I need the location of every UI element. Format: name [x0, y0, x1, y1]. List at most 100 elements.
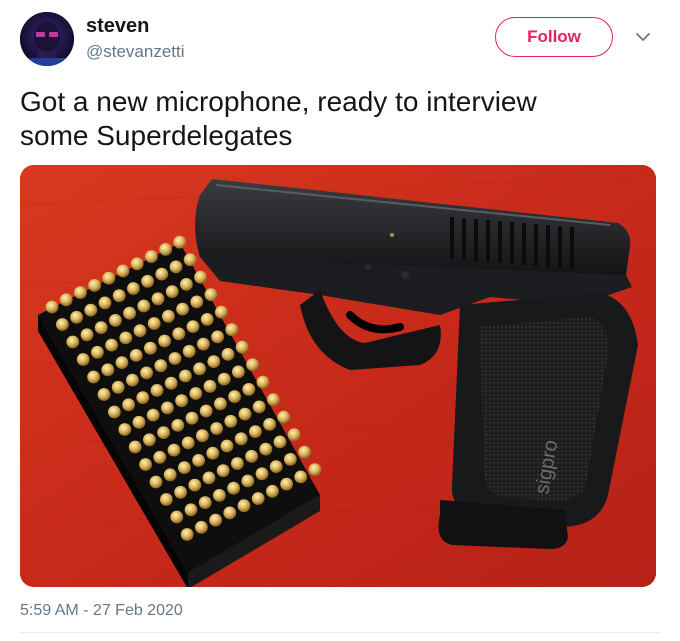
cartridge [298, 445, 311, 459]
cartridge [184, 503, 198, 517]
cartridge [175, 394, 189, 408]
cartridge [188, 478, 202, 492]
cartridge [153, 450, 167, 464]
cartridge [224, 414, 238, 428]
cartridge [157, 426, 171, 439]
cartridge [186, 320, 200, 333]
cartridge [168, 352, 182, 365]
cartridge [150, 384, 164, 397]
cartridge [220, 439, 234, 453]
cartridge [123, 306, 136, 320]
cartridge [165, 285, 179, 298]
cartridge [164, 376, 178, 390]
cartridge [88, 279, 101, 292]
cartridge [137, 299, 151, 313]
cartridge [145, 250, 158, 263]
cartridge [56, 318, 69, 331]
tweet-timestamp[interactable]: 5:59 AM - 27 Feb 2020 [20, 602, 183, 620]
cartridge [146, 408, 160, 422]
avatar-image [20, 12, 74, 66]
display-name[interactable]: steven [86, 15, 149, 38]
cartridge [266, 484, 279, 498]
tweet-text: Got a new microphone, ready to interview… [20, 85, 660, 153]
user-handle[interactable]: @stevanzetti [86, 42, 185, 62]
cartridge [213, 489, 226, 502]
cartridge [169, 260, 183, 274]
cartridge [232, 365, 245, 379]
cartridge [112, 289, 126, 303]
tweet-media-photo[interactable]: sigpro [20, 165, 656, 587]
cartridge [94, 321, 108, 334]
cartridge [45, 300, 59, 314]
cartridge [176, 302, 190, 316]
divider [20, 632, 660, 633]
cartridge [151, 292, 165, 306]
cartridge [255, 467, 269, 481]
cartridge [273, 435, 287, 449]
cartridge [109, 314, 122, 327]
cartridge [129, 349, 143, 362]
cartridge [308, 463, 322, 477]
cartridge [210, 422, 224, 435]
cartridge [235, 340, 249, 354]
cartridge [74, 286, 87, 299]
cartridge [98, 296, 112, 310]
cartridge [194, 270, 208, 284]
cartridge [84, 303, 98, 317]
cartridge [122, 398, 135, 412]
cartridge [147, 317, 161, 330]
cartridge [195, 520, 208, 534]
cartridge [108, 405, 121, 419]
cartridge [111, 380, 125, 394]
cartridge [132, 415, 146, 429]
cartridge [185, 411, 199, 425]
cartridge [192, 454, 206, 467]
cartridge [136, 391, 150, 404]
cartridge [118, 423, 132, 436]
cartridge [97, 388, 111, 401]
cartridge [127, 282, 140, 295]
cartridge [181, 436, 195, 450]
cartridge [182, 344, 196, 358]
cartridge [102, 271, 116, 285]
follow-button[interactable]: Follow [495, 17, 613, 57]
avatar[interactable] [20, 12, 74, 66]
cartridge [223, 506, 237, 520]
cartridge [231, 457, 244, 470]
cartridge [287, 428, 301, 442]
cartridge [80, 328, 94, 342]
cartridge [126, 373, 139, 387]
cartridge [143, 433, 156, 447]
cartridge [149, 475, 163, 489]
cartridge [189, 387, 203, 400]
cartridge [202, 471, 216, 485]
cartridge [241, 474, 255, 488]
cartridge [141, 274, 154, 288]
cartridge [193, 362, 207, 376]
cartridge [66, 335, 80, 349]
cartridge [204, 288, 218, 302]
tweet-card: steven @stevanzetti Follow Got a new mic… [0, 0, 680, 641]
cartridge [178, 461, 191, 474]
cartridge [242, 383, 256, 396]
photo-image: sigpro [20, 165, 656, 587]
cartridge [155, 267, 169, 281]
cartridge [183, 253, 197, 267]
cartridge [179, 369, 192, 383]
cartridge [245, 449, 258, 463]
cartridge [209, 513, 223, 527]
cartridge [251, 492, 265, 505]
cartridge [161, 401, 174, 415]
chevron-down-icon[interactable] [632, 26, 654, 48]
cartridge [227, 481, 241, 495]
cartridge [119, 331, 133, 345]
cartridge [277, 410, 291, 424]
cartridge [190, 295, 204, 309]
cartridge [130, 257, 144, 271]
cartridge [163, 468, 177, 482]
cartridge [263, 418, 276, 431]
cartridge [158, 334, 172, 348]
cartridge [199, 404, 213, 418]
cartridge [174, 485, 188, 499]
cartridge [144, 341, 157, 355]
